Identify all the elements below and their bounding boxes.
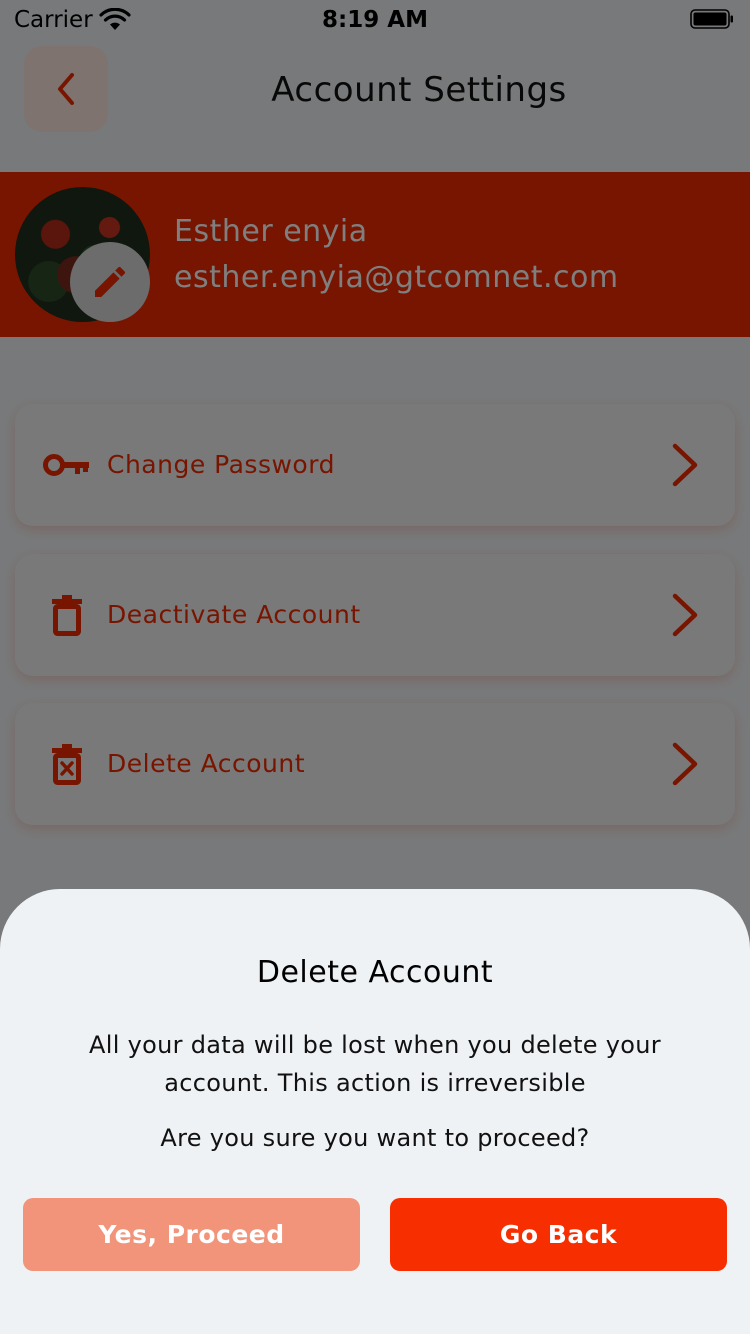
sheet-question: Are you sure you want to proceed?	[160, 1124, 590, 1152]
sheet-title: Delete Account	[256, 955, 494, 990]
sheet-message: All your data will be lost when you dele…	[89, 1031, 661, 1097]
yes-proceed-button[interactable]: Yes, Proceed	[23, 1198, 360, 1271]
account-settings-screen: Carrier 8:19 AM Account Settings Esther …	[0, 0, 750, 1334]
go-back-button[interactable]: Go Back	[390, 1198, 727, 1271]
